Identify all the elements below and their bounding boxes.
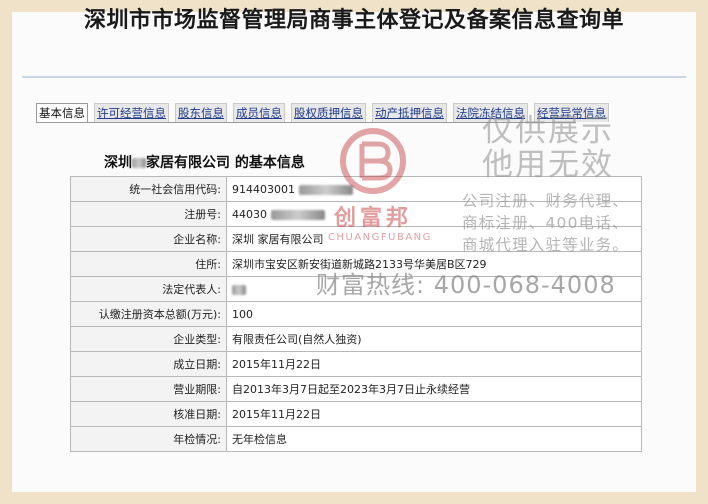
redacted-mark — [232, 284, 246, 295]
row-label: 核准日期: — [70, 401, 227, 427]
watermark-notice-2: 他用无效 — [482, 147, 614, 183]
table-row: 年检情况: 无年检信息 — [70, 426, 642, 452]
table-row: 核准日期: 2015年11月22日 — [70, 401, 642, 427]
brand-logo-icon — [340, 128, 406, 194]
company-name-prefix: 深圳 — [104, 155, 132, 171]
watermark-hotline: 财富热线: 400-068-4008 — [316, 271, 616, 299]
table-row: 企业类型: 有限责任公司(自然人独资) — [70, 326, 642, 352]
business-term-value: 自2013年3月7日起至2023年3月7日止永续经营 — [226, 376, 642, 402]
page-title: 深圳市市场监督管理局商事主体登记及备案信息查询单 — [83, 8, 624, 33]
company-name-suffix: 家居有限公司 — [146, 155, 230, 171]
watermark-brand: 创富邦 — [334, 206, 413, 231]
watermark-services-2: 商标注册、400电话、 — [462, 214, 629, 232]
capital-value: 100 — [226, 301, 642, 327]
company-type-value: 有限责任公司(自然人独资) — [226, 326, 642, 352]
watermark-services-3: 商城代理入驻等业务。 — [462, 236, 630, 254]
row-label: 住所: — [70, 251, 227, 277]
annual-inspection-value: 无年检信息 — [226, 426, 642, 452]
credit-code-value: 914403001 — [232, 182, 295, 196]
table-row: 成立日期: 2015年11月22日 — [70, 351, 642, 377]
row-label: 认缴注册资本总额(万元): — [70, 301, 227, 327]
table-row: 营业期限: 自2013年3月7日起至2023年3月7日止永续经营 — [70, 376, 642, 402]
tab-equity-pledge-info[interactable]: 股权质押信息 — [291, 103, 366, 122]
row-label: 注册号: — [70, 201, 227, 227]
tab-chattel-mortgage-info[interactable]: 动产抵押信息 — [372, 103, 447, 122]
redacted-mark — [270, 209, 325, 220]
title-separator — [22, 76, 686, 78]
watermark-brand-en: CHUANGFUBANG — [328, 232, 432, 243]
tab-member-info[interactable]: 成员信息 — [233, 103, 285, 122]
row-label: 法定代表人: — [70, 276, 227, 302]
heading-suffix: 的基本信息 — [230, 155, 305, 171]
approval-date-value: 2015年11月22日 — [226, 401, 642, 427]
section-heading: 深圳 家居有限公司 的基本信息 — [104, 152, 305, 172]
tab-shareholder-info[interactable]: 股东信息 — [175, 103, 227, 122]
row-label: 成立日期: — [70, 351, 227, 377]
redacted-mark — [132, 158, 146, 168]
row-label: 年检情况: — [70, 426, 227, 452]
watermark-services-1: 公司注册、财务代理、 — [462, 192, 630, 210]
row-label: 企业名称: — [70, 226, 227, 252]
row-label: 营业期限: — [70, 376, 227, 402]
table-row: 认缴注册资本总额(万元): 100 — [70, 301, 642, 327]
row-label: 企业类型: — [70, 326, 227, 352]
reg-number-value: 44030 — [232, 207, 267, 221]
tab-license-info[interactable]: 许可经营信息 — [94, 103, 169, 122]
row-label: 统一社会信用代码: — [70, 176, 227, 202]
founded-date-value: 2015年11月22日 — [226, 351, 642, 377]
watermark-notice-1: 仅供展示 — [482, 113, 614, 149]
tab-basic-info[interactable]: 基本信息 — [36, 103, 88, 122]
